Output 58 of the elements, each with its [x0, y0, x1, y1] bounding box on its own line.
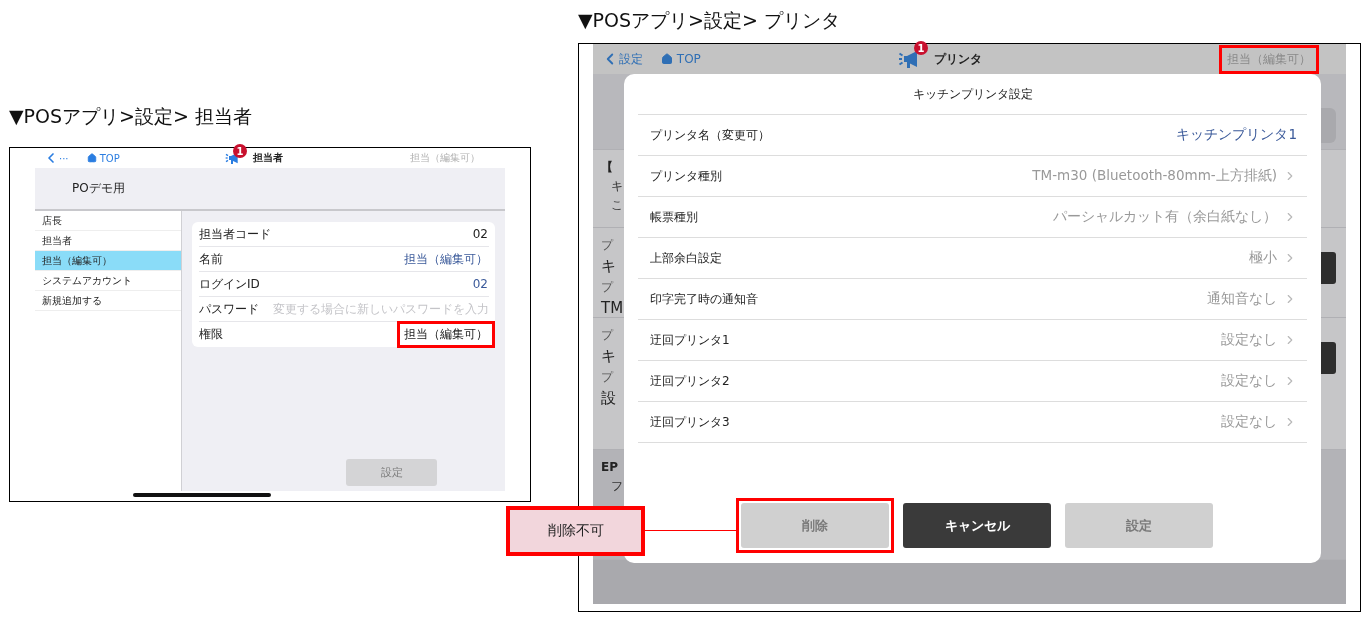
setting-label: 上部余白設定: [650, 249, 722, 267]
figure-heading: ▼POSアプリ>設定> プリンタ: [578, 8, 841, 33]
setting-value[interactable]: パーシャルカット有（余白紙なし）: [1053, 208, 1297, 226]
field-value[interactable]: 02: [472, 277, 488, 291]
printer-text: TM: [601, 298, 624, 318]
sidebar-item[interactable]: 担当（編集可）: [35, 251, 181, 271]
printer-text: キ: [601, 347, 616, 366]
section-text: フ: [611, 479, 623, 494]
printer-text: プ: [601, 328, 613, 343]
figure-heading: ▼POSアプリ>設定> 担当者: [9, 104, 253, 129]
info-text: こ: [611, 198, 623, 213]
screen-title: プリンタ: [934, 50, 982, 68]
dialog-button[interactable]: 設定: [1065, 503, 1213, 548]
dialog-button[interactable]: 削除: [741, 503, 889, 548]
field-value[interactable]: 担当（編集可）: [404, 250, 488, 268]
section-title: EP: [601, 460, 618, 475]
setting-label: 帳票種別: [650, 208, 698, 226]
home-icon: [661, 53, 673, 65]
notification-badge: 1: [233, 144, 247, 158]
setting-value[interactable]: 極小: [1249, 249, 1297, 267]
store-name: POデモ用: [72, 180, 125, 197]
notification-badge: 1: [914, 41, 928, 55]
setting-value[interactable]: 設定なし: [1221, 331, 1297, 349]
info-text: キ: [611, 179, 623, 194]
printer-text: キ: [601, 257, 616, 276]
field-value: 担当（編集可）: [404, 326, 488, 343]
field-value: 02: [472, 227, 488, 241]
annotation-callout: 削除不可: [506, 506, 645, 556]
setting-label: 印字完了時の通知音: [650, 290, 758, 308]
setting-label: 迂回プリンタ2: [650, 372, 730, 390]
setting-value[interactable]: TM-m30 (Bluetooth-80mm-上方排紙): [1032, 167, 1297, 185]
top-link[interactable]: TOP: [661, 52, 701, 66]
setting-value[interactable]: 設定なし: [1221, 372, 1297, 390]
back-link[interactable]: ···: [43, 150, 69, 166]
field-label: ログインID: [199, 275, 260, 293]
setting-value[interactable]: キッチンプリンタ1: [1176, 126, 1297, 144]
dialog-title: キッチンプリンタ設定: [638, 74, 1307, 115]
field-label: パスワード: [199, 300, 259, 318]
setting-label: プリンタ種別: [650, 167, 722, 185]
field-label: 担当者コード: [199, 225, 271, 243]
screen-title: 担当者: [253, 151, 283, 165]
top-link[interactable]: TOP: [86, 152, 120, 164]
dialog-button[interactable]: キャンセル: [903, 503, 1051, 548]
printer-text: プ: [601, 279, 613, 295]
setting-label: 迂回プリンタ1: [650, 331, 730, 349]
setting-value[interactable]: 設定なし: [1221, 413, 1297, 431]
home-icon: [86, 153, 97, 163]
setting-value[interactable]: 通知音なし: [1207, 290, 1297, 308]
printer-text: プ: [601, 369, 613, 385]
printer-text: プ: [601, 238, 613, 253]
setting-label: 迂回プリンタ3: [650, 413, 730, 431]
back-link[interactable]: 設定: [601, 50, 643, 68]
printer-text: 設: [601, 388, 616, 408]
section-title: 【: [601, 160, 613, 175]
user-role: 担当（編集可）: [410, 151, 480, 165]
field-label: 名前: [199, 250, 223, 268]
field-label: 権限: [199, 326, 223, 343]
setting-label: プリンタ名（変更可）: [650, 126, 770, 144]
